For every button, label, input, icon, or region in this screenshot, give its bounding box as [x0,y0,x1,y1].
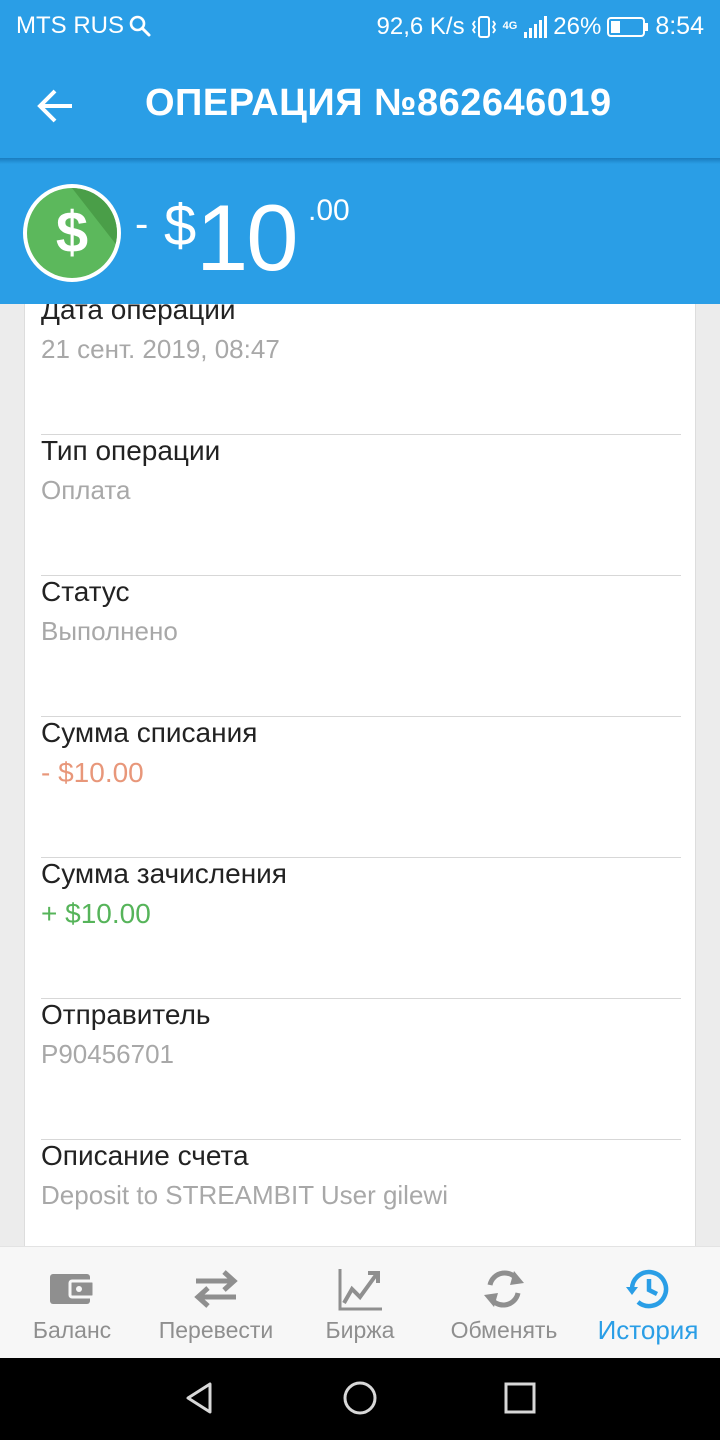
page-title: ОПЕРАЦИЯ №862646019 [145,82,612,124]
network-type: 4G [502,20,518,32]
status-right: 92,6 K/s 4G 26% 8:54 [377,12,704,41]
system-navigation-bar [0,1358,720,1440]
detail-label: Статус [41,576,130,607]
history-clock-icon [626,1269,669,1309]
nav-label: Перевести [158,1317,274,1343]
detail-label: Отправитель [41,999,211,1030]
dollar-coin-icon: $ [23,184,121,282]
nav-label: Обменять [450,1317,558,1343]
amount-sign: - [135,202,149,246]
exchange-refresh-icon [484,1270,524,1308]
signal-icon [524,15,548,38]
nav-item-swap[interactable]: Обменять [432,1247,576,1359]
status-left: MTS RUS [16,12,152,40]
detail-row-date: Дата операции 21 сент. 2019, 08:47 [41,304,681,435]
nav-label: Баланс [32,1317,112,1343]
battery-percent: 26% [553,12,602,40]
dollar-sign-glyph: $ [55,200,89,265]
detail-value: Выполнено [41,616,178,646]
detail-row-credit: Сумма зачисления + $10.00 [41,858,681,999]
detail-value: 21 сент. 2019, 08:47 [41,334,280,364]
amount-header: $ - $ 10 .00 [0,164,720,304]
nav-item-balance[interactable]: Баланс [0,1247,144,1359]
battery-icon [607,16,649,37]
search-icon [129,15,151,37]
detail-value: Оплата [41,475,131,505]
amount-currency: $ [164,193,197,258]
nav-item-transfer[interactable]: Перевести [144,1247,288,1359]
nav-item-history[interactable]: История [576,1247,720,1359]
debit-amount: - $10.00 [41,757,144,788]
detail-label: Сумма списания [41,717,258,748]
credit-amount: + $10.00 [41,898,151,929]
detail-row-type: Тип операции Оплата [41,435,681,576]
network-speed: 92,6 K/s [376,12,465,40]
nav-label: Биржа [325,1317,395,1343]
back-triangle-icon[interactable] [180,1378,220,1418]
nav-item-exchange-market[interactable]: Биржа [288,1247,432,1359]
detail-row-debit: Сумма списания - $10.00 [41,717,681,858]
detail-value: P90456701 [41,1039,175,1069]
home-circle-icon[interactable] [340,1378,380,1418]
detail-row-description: Описание счета Deposit to STREAMBIT User… [41,1140,681,1246]
arrow-back-icon[interactable] [36,86,76,126]
amount-cents: .00 [308,194,350,227]
detail-label: Тип операции [41,435,221,466]
nav-label: История [597,1315,699,1345]
carrier-name: MTS RUS [16,12,124,39]
wallet-icon [50,1274,96,1304]
chart-trend-icon [338,1269,382,1311]
detail-row-status: Статус Выполнено [41,576,681,717]
status-bar: MTS RUS 92,6 K/s 4G 26% 8:54 [0,0,720,50]
detail-label: Дата операции [41,304,236,325]
detail-value: Deposit to STREAMBIT User gilewi [41,1180,448,1210]
operation-details-card: Дата операции 21 сент. 2019, 08:47 Тип о… [24,304,696,1246]
vibrate-icon [471,15,496,38]
app-bar: ОПЕРАЦИЯ №862646019 [0,50,720,158]
bottom-navigation: Баланс Перевести Биржа Обменять История [0,1246,720,1358]
amount-whole: 10 [196,185,299,290]
detail-row-sender: Отправитель P90456701 [41,999,681,1140]
detail-label: Сумма зачисления [41,858,287,889]
recents-square-icon[interactable] [500,1378,540,1418]
detail-label: Описание счета [41,1140,249,1171]
transfer-arrows-icon [194,1270,238,1308]
clock: 8:54 [655,12,704,40]
